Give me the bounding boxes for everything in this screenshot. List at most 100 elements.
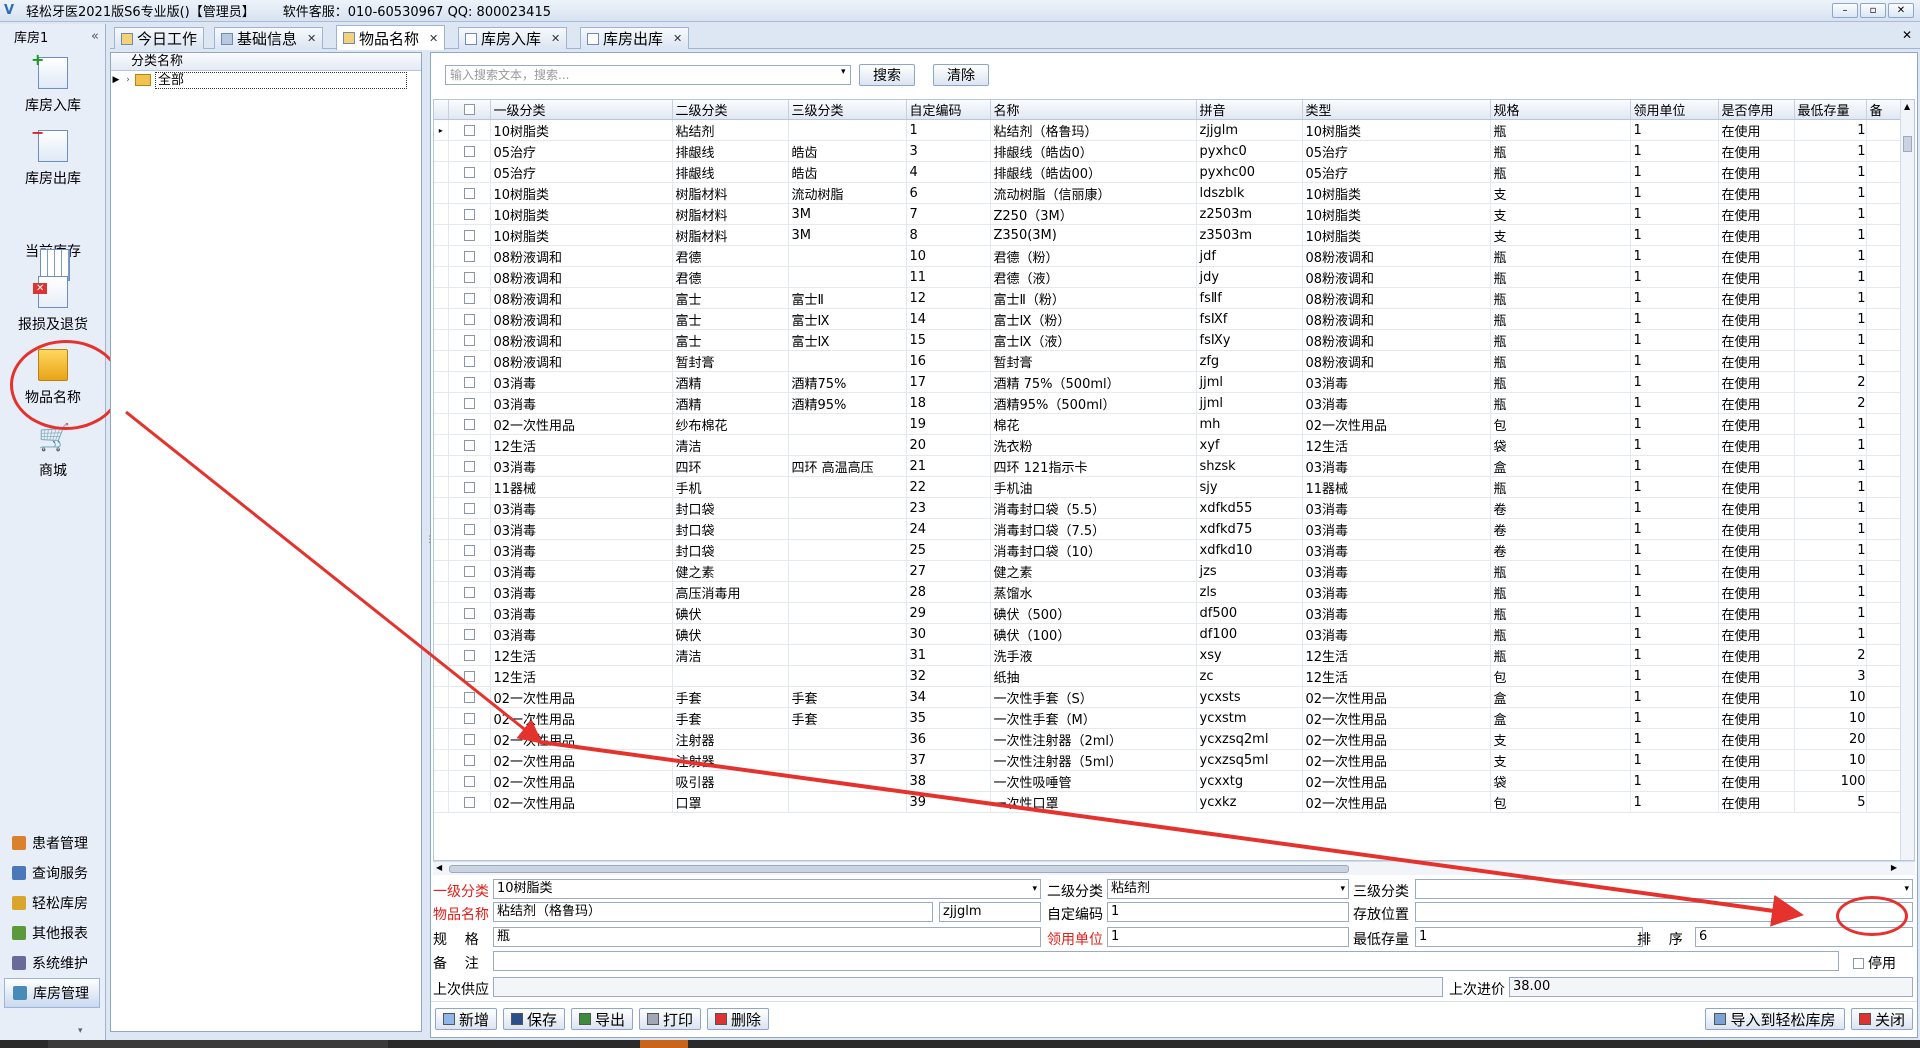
table-row[interactable]: 03消毒 碘伏 29 碘伏（500） df500 03消毒瓶 1 在使用 1: [434, 602, 1914, 624]
cat3-select[interactable]: ▾: [1415, 879, 1913, 899]
table-row[interactable]: 10树脂类 树脂材料 3M 8 Z350(3M) z3503m 10树脂类支 1 在使用 1: [434, 224, 1914, 246]
checkbox-box[interactable]: [463, 460, 475, 472]
table-row[interactable]: 02一次性用品 注射器 37 一次性注射器（5ml） ycxzsq5ml 02一次性用品支…: [434, 749, 1914, 771]
checkbox-box[interactable]: [463, 376, 475, 388]
search-dropdown-icon[interactable]: ▾: [841, 67, 846, 77]
nav-more-icon[interactable]: ▾: [78, 1026, 83, 1036]
column-header[interactable]: 三级分类: [788, 100, 907, 120]
close-all-tabs-icon[interactable]: ✕: [1902, 28, 1912, 42]
tab-basic-info[interactable]: 基础信息 ✕: [214, 27, 324, 49]
checkbox-box[interactable]: [463, 292, 475, 304]
checkbox-box[interactable]: [463, 775, 475, 787]
checkbox-box[interactable]: [463, 544, 475, 556]
table-row[interactable]: 08粉液调和 富士 富士Ⅸ 15 富士Ⅸ（液） fsⅨy 08粉液调和瓶 1 在使用 1: [434, 329, 1914, 351]
module-warehouse-mgmt[interactable]: 库房管理: [4, 978, 100, 1008]
save-button[interactable]: 保存: [503, 1008, 565, 1030]
row-checkbox[interactable]: [448, 518, 491, 540]
row-checkbox[interactable]: [448, 665, 491, 687]
table-row[interactable]: 02一次性用品 吸引器 38 一次性吸唾管 ycxxtg 02一次性用品袋 1 在使用 100: [434, 770, 1914, 792]
horizontal-scrollbar[interactable]: ◀ ▶: [433, 861, 1915, 875]
row-checkbox[interactable]: [448, 392, 491, 414]
checkbox-box[interactable]: [463, 796, 475, 808]
checkbox-box[interactable]: [463, 166, 475, 178]
checkbox-box[interactable]: [463, 754, 475, 766]
table-row[interactable]: 03消毒 酒精 酒精75% 17 酒精 75%（500ml） jjml 03消毒瓶 1 在使用 2: [434, 371, 1914, 393]
close-tab-icon[interactable]: ✕: [673, 32, 682, 45]
column-header[interactable]: 自定编码: [906, 100, 991, 120]
checkbox-box[interactable]: [463, 229, 475, 241]
row-checkbox[interactable]: [448, 476, 491, 498]
clear-button[interactable]: 清除: [933, 64, 989, 86]
column-header[interactable]: 一级分类: [490, 100, 673, 120]
nav-item-outbound[interactable]: 库房出库: [0, 121, 106, 194]
minimize-button[interactable]: –: [1832, 3, 1858, 18]
checkbox-box[interactable]: [463, 208, 475, 220]
row-checkbox[interactable]: [448, 434, 491, 456]
tab-inbound[interactable]: 库房入库 ✕: [458, 27, 568, 49]
row-checkbox[interactable]: [448, 266, 491, 288]
column-header[interactable]: 名称: [990, 100, 1197, 120]
tab-today[interactable]: 今日工作: [114, 27, 205, 49]
row-checkbox[interactable]: [448, 539, 491, 561]
row-checkbox[interactable]: [448, 560, 491, 582]
table-row[interactable]: 03消毒 四环 四环 高温高压 21 四环 121指示卡 shzsk 03消毒盒 1 在使用 1: [434, 455, 1914, 477]
checkbox-box[interactable]: [463, 649, 475, 661]
table-row[interactable]: 03消毒 封口袋 23 消毒封口袋（5.5） xdfkd55 03消毒卷 1 在使用 1: [434, 497, 1914, 519]
row-checkbox[interactable]: [448, 728, 491, 750]
row-checkbox[interactable]: [448, 119, 491, 141]
select-all-checkbox[interactable]: [448, 100, 491, 120]
checkbox-box[interactable]: [463, 355, 475, 367]
checkbox-box[interactable]: [463, 628, 475, 640]
checkbox-box[interactable]: [463, 250, 475, 262]
pinyin-field[interactable]: zjjglm: [939, 902, 1041, 922]
scroll-right-icon[interactable]: ▶: [1891, 863, 1897, 872]
table-row[interactable]: 08粉液调和 君德 10 君德（粉） jdf 08粉液调和瓶 1 在使用 1: [434, 245, 1914, 267]
row-checkbox[interactable]: [448, 245, 491, 267]
hscroll-thumb[interactable]: [449, 865, 1349, 873]
checkbox-box[interactable]: [1853, 957, 1864, 969]
tree-node-all[interactable]: ▶ › 全部: [111, 71, 421, 89]
scroll-left-icon[interactable]: ◀: [436, 863, 442, 872]
checkbox-box[interactable]: [463, 481, 475, 493]
table-row[interactable]: 08粉液调和 暂封膏 16 暂封膏 zfg 08粉液调和瓶 1 在使用 1: [434, 350, 1914, 372]
table-row[interactable]: 02一次性用品 手套 手套 34 一次性手套（S） ycxsts 02一次性用品盒 1 在使用 1…: [434, 686, 1914, 708]
import-button[interactable]: 导入到轻松库房: [1705, 1008, 1845, 1030]
vertical-scrollbar[interactable]: ▲: [1900, 100, 1914, 860]
table-row[interactable]: 02一次性用品 手套 手套 35 一次性手套（M） ycxstm 02一次性用品盒 1 在使用 1…: [434, 707, 1914, 729]
table-row[interactable]: 10树脂类 树脂材料 流动树脂 6 流动树脂（信丽康） ldszblk 10树脂类支 1 在使用…: [434, 182, 1914, 204]
row-checkbox[interactable]: [448, 182, 491, 204]
tab-item-name[interactable]: 物品名称 ✕: [336, 25, 446, 50]
column-header[interactable]: 类型: [1302, 100, 1491, 120]
note-field[interactable]: [493, 951, 1839, 971]
column-header[interactable]: 规格: [1490, 100, 1631, 120]
checkbox-box[interactable]: [463, 691, 475, 703]
table-row[interactable]: 08粉液调和 君德 11 君德（液） jdy 08粉液调和瓶 1 在使用 1: [434, 266, 1914, 288]
column-header[interactable]: 是否停用: [1718, 100, 1795, 120]
module-system[interactable]: 系统维护: [0, 948, 106, 978]
table-row[interactable]: 03消毒 高压消毒用 28 蒸馏水 zls 03消毒瓶 1 在使用 1: [434, 581, 1914, 603]
row-checkbox[interactable]: [448, 161, 491, 183]
checkbox-box[interactable]: [463, 418, 475, 430]
table-row[interactable]: 12生活 清洁 31 洗手液 xsy 12生活瓶 1 在使用 2: [434, 644, 1914, 666]
close-window-button[interactable]: ✕: [1888, 3, 1914, 18]
checkbox-box[interactable]: [463, 124, 475, 136]
module-easy-warehouse[interactable]: 轻松库房: [0, 888, 106, 918]
table-row[interactable]: ▸ 10树脂类 粘结剂 1 粘结剂（格鲁玛） zjjglm 10树脂类瓶 1 在使用 1: [434, 119, 1914, 141]
nav-item-inbound[interactable]: 库房入库: [0, 48, 106, 121]
column-header[interactable]: 拼音: [1196, 100, 1303, 120]
row-checkbox[interactable]: [448, 455, 491, 477]
row-checkbox[interactable]: [448, 287, 491, 309]
tab-outbound[interactable]: 库房出库 ✕: [580, 27, 690, 49]
checkbox-box[interactable]: [463, 397, 475, 409]
row-checkbox[interactable]: [448, 350, 491, 372]
collapse-icon[interactable]: «: [91, 29, 99, 44]
module-patient[interactable]: 患者管理: [0, 828, 106, 858]
cat1-select[interactable]: 10树脂类 ▾: [493, 879, 1041, 899]
row-checkbox[interactable]: [448, 707, 491, 729]
row-checkbox[interactable]: [448, 140, 491, 162]
row-checkbox[interactable]: [448, 602, 491, 624]
scroll-thumb[interactable]: [1903, 136, 1912, 152]
table-row[interactable]: 05治疗 排龈线 皓齿 3 排龈线（皓齿0） pyxhc0 05治疗瓶 1 在使用 1: [434, 140, 1914, 162]
print-button[interactable]: 打印: [639, 1008, 701, 1030]
checkbox-box[interactable]: [463, 670, 475, 682]
